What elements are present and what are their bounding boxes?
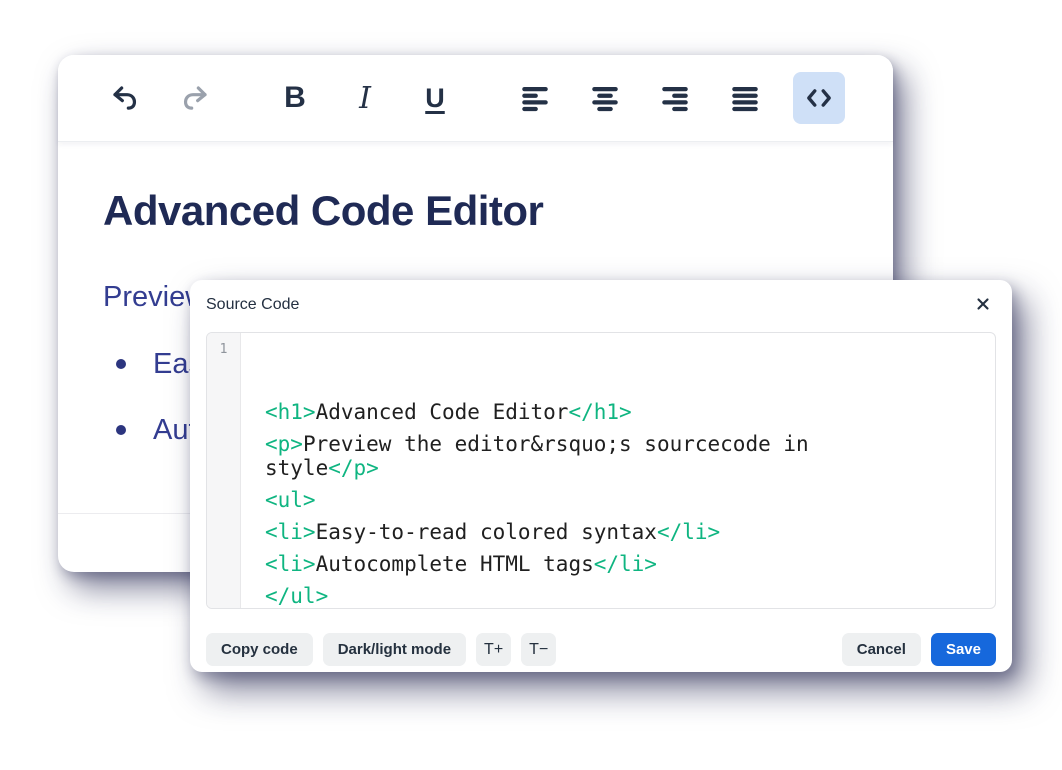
align-center-icon <box>588 81 622 115</box>
code-line: <li>Autocomplete HTML tags</li> <box>265 552 979 576</box>
align-right-icon <box>658 81 692 115</box>
code-brackets-icon <box>802 81 836 115</box>
redo-icon <box>179 82 211 114</box>
line-number-gutter: 1 <box>207 333 241 608</box>
dialog-footer-right: Cancel Save <box>842 633 996 666</box>
code-line: <h1>Advanced Code Editor</h1> <box>265 400 979 424</box>
code-content[interactable]: <h1>Advanced Code Editor</h1> <p>Preview … <box>241 333 995 608</box>
code-line: <li>Easy-to-read colored syntax</li> <box>265 520 979 544</box>
line-number: 1 <box>220 342 228 357</box>
code-line: style</p> <box>265 456 979 480</box>
source-code-dialog: Source Code 1 <h1>Advanced Code Editor</… <box>190 280 1012 672</box>
bold-icon: B <box>284 81 306 115</box>
align-justify-button[interactable] <box>723 76 767 120</box>
code-lines: <h1>Advanced Code Editor</h1> <p>Preview … <box>265 400 979 608</box>
editor-toolbar: B I U <box>58 55 893 142</box>
dialog-header: Source Code <box>190 280 1012 316</box>
dialog-footer: Copy code Dark/light mode T+ T− Cancel S… <box>206 633 996 666</box>
font-size-increase-button[interactable]: T+ <box>476 633 511 666</box>
page: B I U <box>0 0 1062 770</box>
align-left-icon <box>518 81 552 115</box>
close-icon <box>974 295 992 316</box>
close-button[interactable] <box>972 293 994 318</box>
document-heading: Advanced Code Editor <box>103 185 543 237</box>
undo-button[interactable] <box>103 76 147 120</box>
redo-button[interactable] <box>173 76 217 120</box>
code-editor[interactable]: 1 <h1>Advanced Code Editor</h1> <p>Previe… <box>206 332 996 609</box>
bullet-icon <box>116 425 126 435</box>
bullet-icon <box>116 359 126 369</box>
align-center-button[interactable] <box>583 76 627 120</box>
copy-code-button[interactable]: Copy code <box>206 633 313 666</box>
align-left-button[interactable] <box>513 76 557 120</box>
align-right-button[interactable] <box>653 76 697 120</box>
italic-button[interactable]: I <box>343 76 387 120</box>
dark-light-mode-button[interactable]: Dark/light mode <box>323 633 466 666</box>
code-line: <p>Preview the editor&rsquo;s sourcecode… <box>265 432 979 456</box>
source-code-button[interactable] <box>793 72 845 124</box>
code-line: <ul> <box>265 488 979 512</box>
bold-button[interactable]: B <box>273 76 317 120</box>
save-button[interactable]: Save <box>931 633 996 666</box>
font-size-decrease-button[interactable]: T− <box>521 633 556 666</box>
underline-icon: U <box>425 83 445 114</box>
align-justify-icon <box>728 81 762 115</box>
dialog-title: Source Code <box>206 296 299 314</box>
code-line: </ul> <box>265 584 979 608</box>
cancel-button[interactable]: Cancel <box>842 633 921 666</box>
underline-button[interactable]: U <box>413 76 457 120</box>
italic-icon: I <box>359 81 371 116</box>
undo-icon <box>109 82 141 114</box>
